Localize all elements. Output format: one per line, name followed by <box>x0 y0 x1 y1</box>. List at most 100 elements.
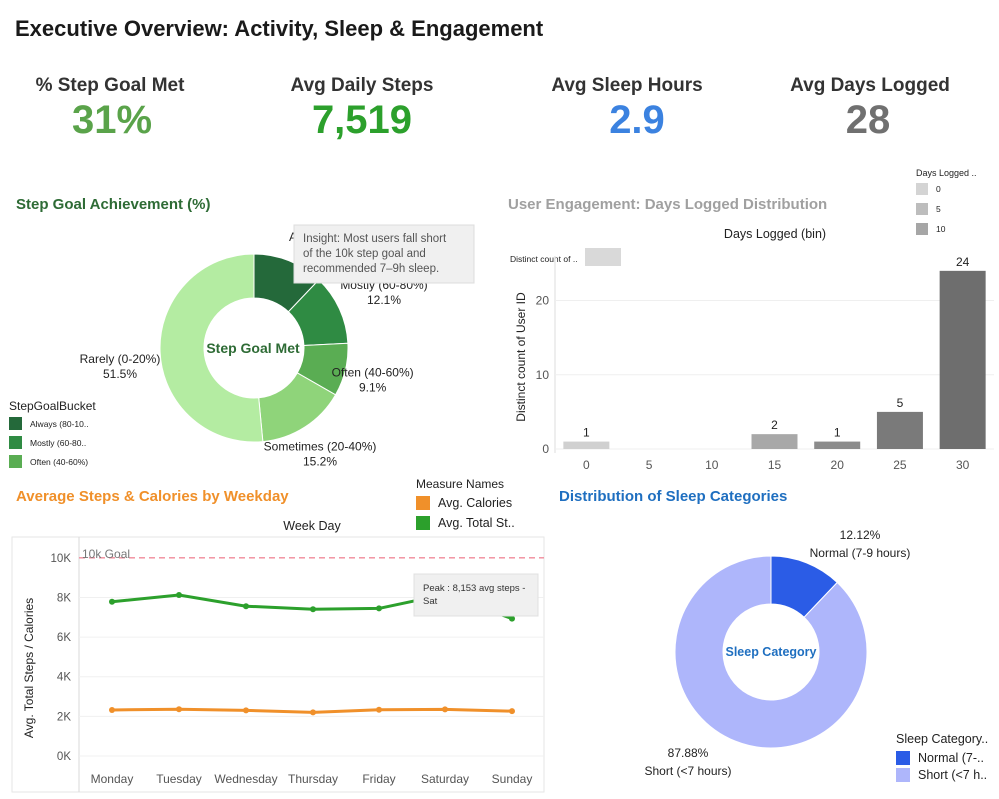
legend-swatch <box>916 203 928 215</box>
legend-swatch <box>896 751 910 765</box>
legend-item-short-7-h[interactable]: Short (<7 h.. <box>896 768 996 782</box>
series-point-avg-total-st[interactable] <box>176 591 182 598</box>
bar-x-tick-label: 10 <box>705 458 719 472</box>
legend-label: Avg. Calories <box>438 496 513 510</box>
weekday-legend-title: Measure Names <box>416 477 505 491</box>
kpi-avg-steps-label: Avg Daily Steps <box>290 75 434 96</box>
slice-value-often-40-60: 9.1% <box>359 380 387 394</box>
kpi-avg-steps-value: 7,519 <box>311 98 413 142</box>
goal-line-label: 10k Goal <box>82 547 130 561</box>
bar-days-15[interactable] <box>751 434 798 449</box>
series-point-avg-total-st[interactable] <box>243 603 249 610</box>
weekday-header: Week Day <box>283 519 341 533</box>
line-x-tick-label: Sunday <box>492 772 533 786</box>
step-goal-legend-title: StepGoalBucket <box>9 399 96 413</box>
slice-label-rarely-0-20: Rarely (0-20%) <box>80 352 161 366</box>
line-x-tick-label: Saturday <box>421 772 469 786</box>
legend-item-5[interactable]: 5 <box>916 203 996 215</box>
legend-item-often-40-60[interactable]: Often (40-60%) <box>9 455 159 468</box>
legend-item-avg-calories[interactable]: Avg. Calories <box>416 496 536 510</box>
slice-label-normal-7-9-hours: Normal (7-9 hours) <box>810 546 911 560</box>
weekday-legend: Measure Names Avg. Calories Avg. Total St… <box>416 477 536 536</box>
line-x-tick-label: Thursday <box>288 772 338 786</box>
legend-item-mostly-60-80[interactable]: Mostly (60-80.. <box>9 436 159 449</box>
series-point-avg-total-st[interactable] <box>509 615 515 622</box>
engagement-legend: Days Logged .. 0 5 10 <box>916 168 996 243</box>
slice-value-sometimes-20-40: 15.2% <box>303 455 337 469</box>
slice-value-short-7-hours: 87.88% <box>668 746 709 760</box>
legend-label: Normal (7-.. <box>918 751 984 765</box>
line-y-tick-label: 0K <box>57 751 71 763</box>
legend-item-10[interactable]: 10 <box>916 223 996 235</box>
kpi-days-logged-value: 28 <box>845 98 891 142</box>
step-goal-title: Step Goal Achievement (%) <box>16 196 211 213</box>
series-point-avg-calories[interactable] <box>109 706 115 713</box>
series-point-avg-calories[interactable] <box>376 706 382 713</box>
bar-y-tick-label: 20 <box>536 294 550 308</box>
sleep-center-label: Sleep Category <box>725 645 816 659</box>
series-point-avg-calories[interactable] <box>310 709 316 716</box>
legend-swatch <box>896 768 910 782</box>
series-point-avg-calories[interactable] <box>509 708 515 715</box>
bar-y-tick-label: 0 <box>542 442 549 456</box>
legend-swatch <box>9 436 22 449</box>
legend-item-normal-7[interactable]: Normal (7-.. <box>896 751 996 765</box>
bar-value-label: 24 <box>956 255 970 269</box>
legend-label: 5 <box>936 204 941 214</box>
legend-label: Avg. Total St.. <box>438 516 515 530</box>
weekday-title: Average Steps & Calories by Weekday <box>16 488 289 505</box>
sleep-legend: Sleep Category.. Normal (7-.. Short (<7 h… <box>896 732 996 785</box>
legend-item-0[interactable]: 0 <box>916 183 996 195</box>
series-point-avg-calories[interactable] <box>176 706 182 713</box>
legend-swatch <box>916 223 928 235</box>
bar-days-0[interactable] <box>563 441 610 449</box>
series-point-avg-calories[interactable] <box>243 707 249 714</box>
engagement-legend-title: Days Logged .. <box>916 168 977 178</box>
series-point-avg-total-st[interactable] <box>376 605 382 612</box>
bar-x-tick-label: 30 <box>956 458 970 472</box>
bar-x-tick-label: 15 <box>768 458 782 472</box>
legend-label: Short (<7 h.. <box>918 768 988 782</box>
legend-label: 0 <box>936 184 941 194</box>
line-y-tick-label: 8K <box>57 592 71 604</box>
legend-item-avg-total-st[interactable]: Avg. Total St.. <box>416 516 536 530</box>
bar-x-tick-label: 0 <box>583 458 590 472</box>
bar-days-20[interactable] <box>814 441 861 449</box>
line-y-tick-label: 2K <box>57 711 71 723</box>
measure-chip-label: Distinct count of .. <box>510 254 578 264</box>
kpi-step-goal-label: % Step Goal Met <box>35 75 185 96</box>
bar-value-label: 1 <box>583 426 590 440</box>
legend-label: Always (80-10.. <box>30 418 89 429</box>
step-goal-legend: StepGoalBucket Always (80-10.. Mostly (60… <box>9 399 159 474</box>
bar-days-30[interactable] <box>939 270 986 449</box>
bar-x-tick-label: 20 <box>831 458 845 472</box>
insight-text: Insight: Most users fall short of the 10… <box>303 233 449 275</box>
bar-value-label: 5 <box>897 396 904 410</box>
engagement-chart: Days Logged (bin) Distinct count of .. D… <box>510 227 994 472</box>
weekday-y-title: Avg. Total Steps / Calories <box>22 598 36 738</box>
slice-label-sometimes-20-40: Sometimes (20-40%) <box>264 440 377 454</box>
bar-x-tick-label: 25 <box>893 458 907 472</box>
line-x-tick-label: Wednesday <box>214 772 277 786</box>
legend-label: Mostly (60-80.. <box>30 437 87 448</box>
slice-value-normal-7-9-hours: 12.12% <box>840 528 881 542</box>
legend-label: 10 <box>936 224 946 234</box>
series-point-avg-total-st[interactable] <box>310 606 316 613</box>
legend-swatch <box>416 496 430 510</box>
bar-y-tick-label: 10 <box>536 368 550 382</box>
series-point-avg-total-st[interactable] <box>109 598 115 605</box>
engagement-title: User Engagement: Days Logged Distributio… <box>508 196 828 213</box>
bar-days-25[interactable] <box>876 411 923 449</box>
kpi-sleep-hours-label: Avg Sleep Hours <box>551 75 703 96</box>
weekday-chart: Week Day Avg. Total Steps / Calories 0K 2… <box>11 519 545 793</box>
measure-chip[interactable] <box>585 248 621 266</box>
slice-label-often-40-60: Often (40-60%) <box>332 365 414 379</box>
legend-item-always-80-10[interactable]: Always (80-10.. <box>9 417 159 430</box>
slice-value-mostly-60-80: 12.1% <box>367 293 401 307</box>
kpi-days-logged-label: Avg Days Logged <box>790 75 950 96</box>
dashboard-title: Executive Overview: Activity, Sleep & En… <box>15 16 544 41</box>
line-y-tick-label: 4K <box>57 672 71 684</box>
line-x-tick-label: Tuesday <box>156 772 202 786</box>
series-point-avg-calories[interactable] <box>442 706 448 713</box>
kpi-step-goal-value: 31% <box>71 98 153 142</box>
